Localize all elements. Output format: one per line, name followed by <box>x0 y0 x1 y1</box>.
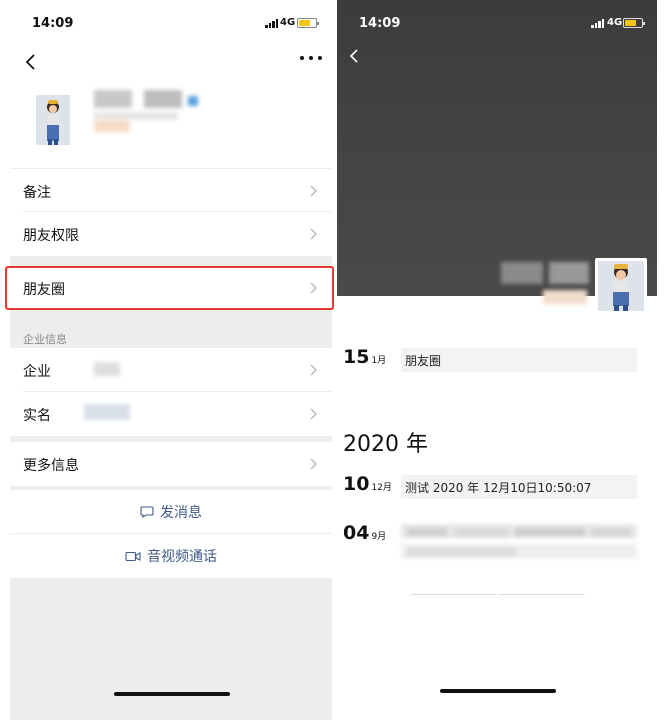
home-indicator[interactable] <box>114 692 230 696</box>
post-text-item[interactable]: 朋友圈 <box>401 348 637 372</box>
row-more-info[interactable]: 更多信息 <box>10 442 332 486</box>
post-day: 04 <box>343 522 370 544</box>
network-label: 4G <box>607 17 623 28</box>
row-label: 实名 <box>23 408 51 424</box>
row-real-name[interactable]: 实名 <box>10 392 332 436</box>
row-label: 朋友权限 <box>23 228 79 244</box>
end-divider-left <box>411 594 497 595</box>
row-remark[interactable]: 备注 <box>10 168 332 212</box>
message-bubble-icon <box>140 505 154 518</box>
post-text: 朋友圈 <box>405 354 442 368</box>
post-date: 15 1月 <box>343 346 386 368</box>
status-bar: 14:09 4G <box>337 0 657 44</box>
album-avatar[interactable] <box>595 258 647 314</box>
row-label: 备注 <box>23 185 51 201</box>
company-section-label: 企业信息 <box>23 333 67 346</box>
signal-icon <box>265 19 278 28</box>
company-value-blurred <box>94 362 120 376</box>
status-bar: 14:09 4G <box>10 0 332 44</box>
post-month: 1月 <box>371 356 387 366</box>
post-month: 9月 <box>371 532 387 542</box>
chevron-right-icon <box>310 408 317 420</box>
year-heading: 2020 年 <box>343 432 428 457</box>
row-label: 企业 <box>23 364 51 380</box>
chevron-right-icon <box>310 228 317 240</box>
moments-row-highlight <box>5 266 334 310</box>
back-chevron-icon[interactable] <box>345 46 365 66</box>
avatar[interactable] <box>36 95 70 145</box>
back-chevron-icon[interactable] <box>22 52 42 72</box>
video-call-label: 音视频通话 <box>147 549 217 565</box>
album-cover[interactable] <box>337 0 657 296</box>
video-call-button[interactable]: 音视频通话 <box>10 534 332 578</box>
status-time: 14:09 <box>32 16 74 31</box>
battery-icon <box>297 18 319 28</box>
home-indicator[interactable] <box>440 689 556 693</box>
post-month: 12月 <box>371 483 392 493</box>
row-label: 更多信息 <box>23 458 79 474</box>
chevron-right-icon <box>310 364 317 376</box>
moments-album-screen: 14:09 4G 15 1月 朋友圈 2020 年 10 12月 测试 2020… <box>337 0 657 720</box>
send-message-button[interactable]: 发消息 <box>10 490 332 534</box>
post-date: 10 12月 <box>343 473 392 495</box>
contact-profile-screen: 14:09 4G 备注 朋友权限 朋友圈 企业信息 企业 实名 更多信息 发消息… <box>10 0 332 720</box>
chevron-right-icon <box>310 458 317 470</box>
network-label: 4G <box>280 17 296 28</box>
send-message-label: 发消息 <box>160 504 202 521</box>
post-date: 04 9月 <box>343 522 386 544</box>
chevron-right-icon <box>310 185 317 197</box>
real-name-value-blurred <box>84 404 130 420</box>
signal-icon <box>591 19 604 28</box>
more-dots-icon[interactable] <box>300 50 322 66</box>
post-day: 10 <box>343 473 370 495</box>
battery-icon <box>623 18 645 28</box>
post-text: 测试 2020 年 12月10日10:50:07 <box>405 481 592 495</box>
video-camera-icon <box>125 551 141 561</box>
post-day: 15 <box>343 346 370 368</box>
profile-header: 14:09 4G <box>10 0 332 168</box>
end-divider-right <box>499 594 585 595</box>
post-text-item[interactable]: 测试 2020 年 12月10日10:50:07 <box>401 475 637 499</box>
status-time: 14:09 <box>359 16 401 31</box>
row-friend-permissions[interactable]: 朋友权限 <box>10 212 332 256</box>
row-company[interactable]: 企业 <box>10 348 332 392</box>
